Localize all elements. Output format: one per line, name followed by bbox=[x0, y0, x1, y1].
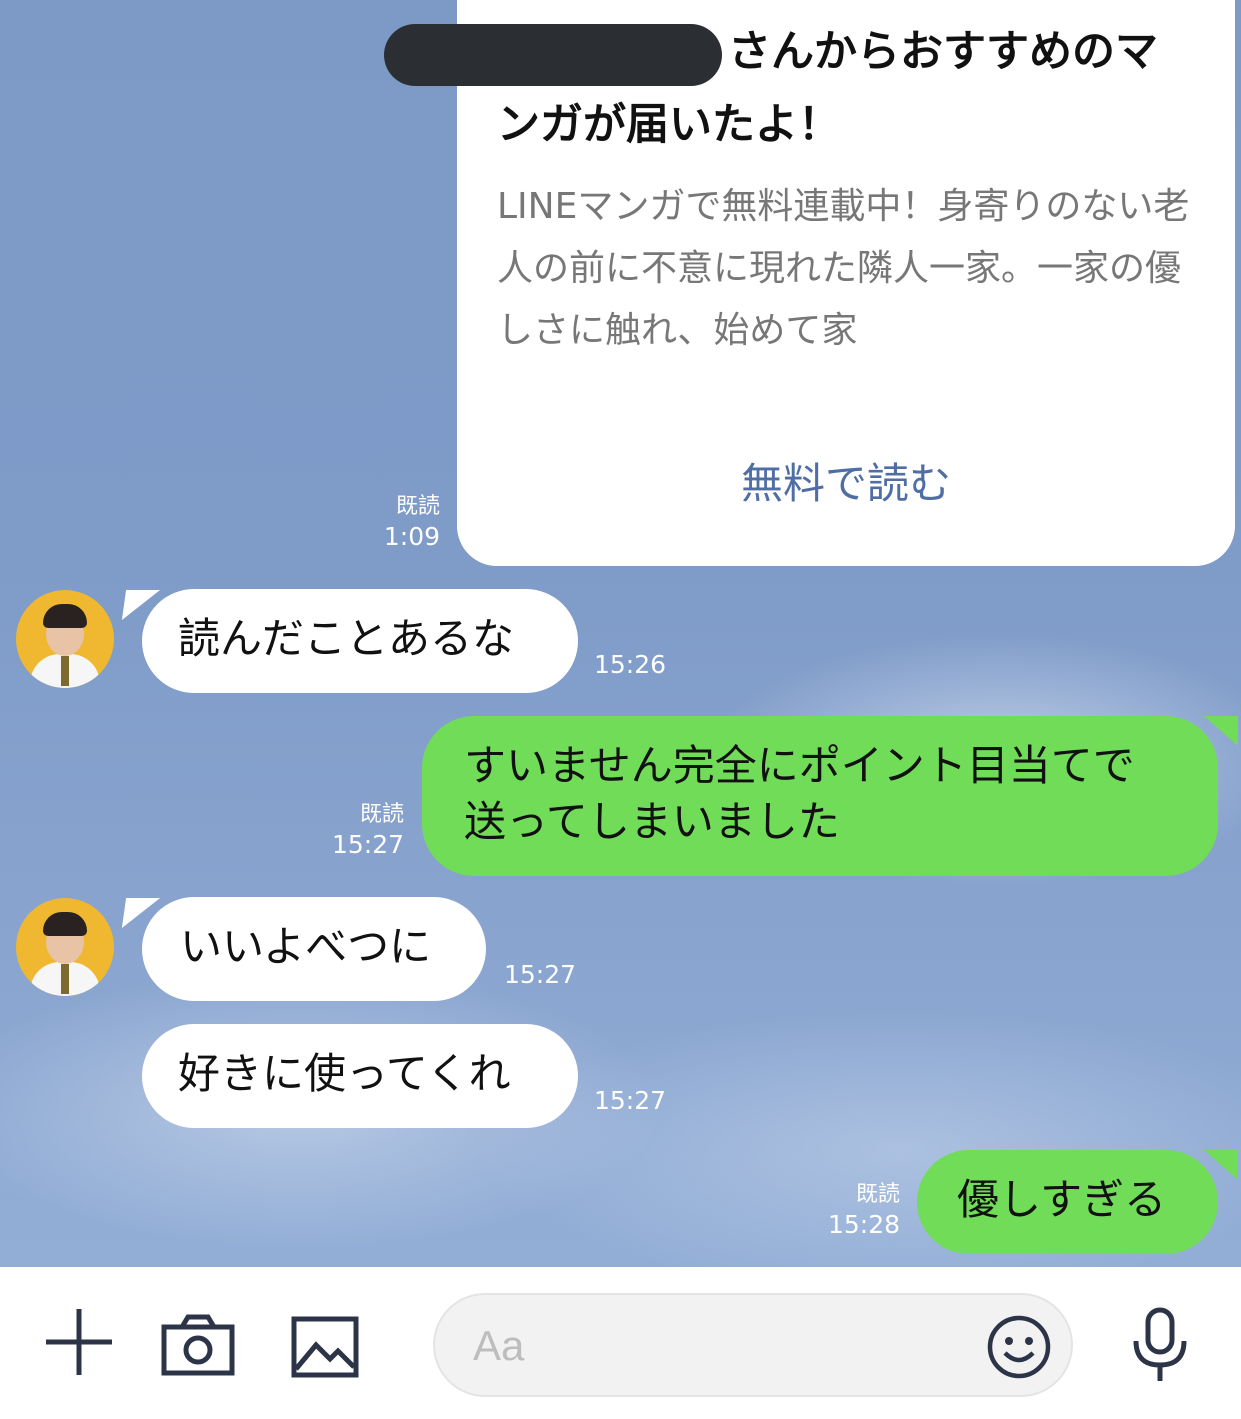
manga-share-card[interactable]: さんからおすすめのマンガが届いたよ！ LINEマンガで無料連載中！身寄りのない老… bbox=[384, 0, 1235, 566]
emoji-icon[interactable] bbox=[987, 1315, 1051, 1383]
message-bubble[interactable]: 優しすぎる bbox=[917, 1150, 1218, 1254]
message-text-line: すいません完全にポイント目当てで bbox=[464, 741, 1135, 790]
message-bubble[interactable]: 好きに使ってくれ bbox=[142, 1024, 578, 1128]
message-bubble[interactable]: すいません完全にポイント目当てで 送ってしまいました bbox=[422, 716, 1218, 876]
message-time: 15:27 bbox=[504, 960, 577, 989]
message-time: 15:27 bbox=[331, 830, 404, 859]
message-text: 好きに使ってくれ bbox=[178, 1049, 511, 1098]
message-text-line: 送ってしまいました bbox=[464, 797, 840, 846]
message-input[interactable] bbox=[471, 1313, 975, 1379]
avatar[interactable] bbox=[16, 590, 114, 688]
redacted-name bbox=[384, 23, 722, 86]
message-meta: 既読 15:28 bbox=[820, 1180, 900, 1240]
read-receipt: 既読 bbox=[855, 1182, 900, 1207]
chat-area: さんからおすすめのマンガが届いたよ！ LINEマンガで無料連載中！身寄りのない老… bbox=[0, 0, 1241, 1267]
plus-icon[interactable] bbox=[44, 1307, 114, 1381]
message-bubble[interactable]: いいよべつに bbox=[142, 897, 486, 1001]
message-text: 優しすぎる bbox=[957, 1175, 1167, 1224]
message-text: いいよべつに bbox=[180, 922, 432, 971]
message-time: 15:28 bbox=[827, 1210, 900, 1239]
card-title: さんからおすすめのマンガが届いたよ！ bbox=[384, 16, 1197, 162]
message-input-container[interactable] bbox=[433, 1293, 1073, 1397]
read-free-link[interactable]: 無料で読む bbox=[457, 450, 1235, 511]
microphone-icon[interactable] bbox=[1130, 1307, 1190, 1387]
input-bar bbox=[0, 1267, 1241, 1419]
read-receipt: 既読 bbox=[359, 802, 404, 827]
message-text: 読んだことあるな bbox=[178, 614, 515, 663]
avatar[interactable] bbox=[16, 898, 114, 996]
card-description: LINEマンガで無料連載中！身寄りのない老人の前に不意に現れた隣人一家。一家の優… bbox=[497, 186, 1190, 351]
message-time: 1:09 bbox=[383, 522, 440, 551]
read-receipt: 既読 bbox=[395, 494, 440, 519]
message-bubble[interactable]: 読んだことあるな bbox=[142, 589, 578, 693]
camera-icon[interactable] bbox=[160, 1313, 236, 1381]
card-meta: 既読 1:09 bbox=[370, 492, 440, 552]
message-time: 15:27 bbox=[594, 1086, 667, 1115]
message-time: 15:26 bbox=[594, 650, 667, 679]
message-meta: 既読 15:27 bbox=[320, 800, 404, 860]
image-icon[interactable] bbox=[290, 1315, 360, 1383]
